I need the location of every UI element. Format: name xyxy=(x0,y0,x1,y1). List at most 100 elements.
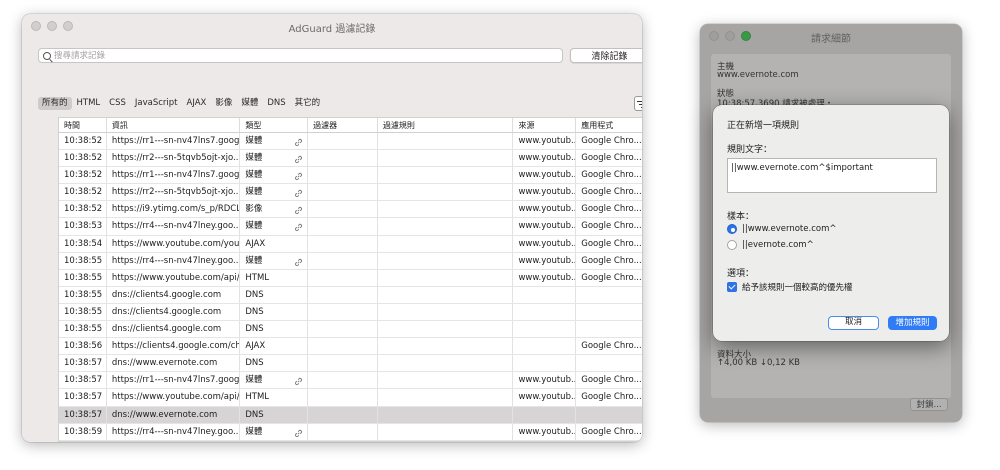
table-row[interactable]: 10:38:52 https://rr2---sn-5tqvb5ojt-xjo..… xyxy=(59,150,642,168)
filter-tab-7[interactable]: DNS xyxy=(263,97,289,110)
rule-text-field[interactable]: ||www.evernote.com^$important xyxy=(727,158,937,193)
pattern-option-0[interactable]: ||www.evernote.com^ xyxy=(727,224,836,234)
pattern-text-0: ||www.evernote.com^ xyxy=(742,224,837,234)
cell-source-text: www.youtub... xyxy=(518,392,577,403)
link-icon xyxy=(294,137,303,147)
radio-selected-icon[interactable] xyxy=(727,224,737,234)
cell-app-text: Google Chro... xyxy=(581,238,642,249)
cell-source: www.youtub... xyxy=(513,184,577,201)
column-header-3[interactable]: 過濾器 xyxy=(308,118,378,132)
cell-app: Google Chro... xyxy=(576,150,642,166)
cell-app-text: Google Chro... xyxy=(581,170,642,181)
filter-tab-4[interactable]: AJAX xyxy=(183,97,211,110)
add-rule-button[interactable]: 增加規則 xyxy=(888,316,937,330)
column-header-5[interactable]: 來源 xyxy=(513,118,577,132)
cell-source-text: www.youtub... xyxy=(518,255,577,266)
pattern-option-1[interactable]: ||evernote.com^ xyxy=(727,240,814,250)
pattern-label: 樣本： xyxy=(727,212,755,222)
filter-tab-2[interactable]: CSS xyxy=(105,97,130,110)
filter-tab-3[interactable]: JavaScript xyxy=(131,97,182,110)
cell-app: Google Chro... xyxy=(576,167,642,183)
add-rule-dialog: 正在新增一項規則 規則文字： ||www.evernote.com^$impor… xyxy=(713,105,949,341)
table-row[interactable]: 10:38:57 dns://www.evernote.com DNS xyxy=(59,355,642,373)
cell-source: www.youtub... xyxy=(513,167,577,184)
table-row[interactable]: 10:38:57 https://www.youtube.com/api/... H… xyxy=(59,389,642,407)
column-header-4[interactable]: 過濾規則 xyxy=(378,118,514,132)
cell-app-text: Google Chro... xyxy=(581,272,642,283)
cell-source: www.youtub... xyxy=(513,218,577,235)
table-row[interactable]: 10:38:52 https://rr2---sn-5tqvb5ojt-xjo..… xyxy=(59,184,642,202)
filter-tab-8[interactable]: 其它的 xyxy=(291,97,325,110)
window-title: AdGuard 過濾記錄 xyxy=(288,24,376,35)
cell-time: 10:38:57 xyxy=(59,389,107,406)
cell-app-text: Google Chro... xyxy=(581,426,642,437)
cell-rule xyxy=(378,150,514,167)
cell-type: DNS xyxy=(240,286,309,303)
column-header-1[interactable]: 資訊 xyxy=(107,118,241,132)
column-header-6[interactable]: 應用程式 xyxy=(576,118,642,132)
filter-tab-5[interactable]: 影像 xyxy=(211,97,236,110)
table-row[interactable]: 10:38:53 https://rr4---sn-nv47lney.goo...… xyxy=(59,218,642,236)
table-row[interactable]: 10:38:57 https://rr1---sn-nv47lns7.goog..… xyxy=(59,372,642,390)
table-row[interactable]: 10:38:55 dns://clients4.google.com DNS xyxy=(59,321,642,339)
cell-filter xyxy=(308,235,378,252)
cell-app: Google Chro... xyxy=(576,201,642,217)
filter-tab-6[interactable]: 媒體 xyxy=(237,97,262,110)
cell-time-text: 10:38:52 xyxy=(64,187,103,198)
filter-tab-1[interactable]: HTML xyxy=(73,97,105,110)
cell-app-text: Google Chro... xyxy=(581,255,642,266)
radio-unselected-icon[interactable] xyxy=(727,240,737,250)
cell-time: 10:38:53 xyxy=(59,218,107,235)
cell-type-text: 媒體 xyxy=(245,426,263,437)
cell-source xyxy=(513,338,577,355)
link-icon xyxy=(294,257,303,266)
cell-type: DNS xyxy=(240,406,309,423)
cell-filter xyxy=(308,150,378,167)
filter-tab-0[interactable]: 所有的 xyxy=(38,97,72,110)
cancel-button[interactable]: 取消 xyxy=(828,316,879,330)
cell-url: dns://clients4.google.com xyxy=(107,321,241,338)
cell-app-text: Google Chro... xyxy=(581,341,642,352)
table-row[interactable]: 10:38:55 https://rr4---sn-nv47lney.goo...… xyxy=(59,252,642,270)
cell-rule xyxy=(378,201,514,218)
cell-url-text: https://rr1---sn-nv47lns7.goog... xyxy=(111,375,241,386)
cell-source xyxy=(513,355,577,372)
table-row[interactable]: 10:38:52 https://rr1---sn-nv47lns7.goog..… xyxy=(59,133,642,151)
cell-app-text: Google Chro... xyxy=(581,153,642,164)
table-row[interactable]: 10:38:54 https://www.youtube.com/yout... A… xyxy=(59,235,642,253)
table-row[interactable]: 10:38:52 https://i9.ytimg.com/s_p/RDCL...… xyxy=(59,201,642,219)
cell-url: https://rr2---sn-5tqvb5ojt-xjo... xyxy=(107,150,241,167)
table-row[interactable]: 10:38:55 dns://clients4.google.com DNS xyxy=(59,286,642,304)
search-icon xyxy=(43,52,51,60)
cell-time-text: 10:38:52 xyxy=(64,136,103,146)
important-option-text: 給予該規則一個較高的優先權 xyxy=(742,283,853,293)
cell-url: dns://www.evernote.com xyxy=(107,355,241,372)
cell-url-text: https://i9.ytimg.com/s_p/RDCL... xyxy=(111,204,241,215)
column-header-2[interactable]: 類型 xyxy=(240,118,309,132)
table-row[interactable]: 10:38:55 https://www.youtube.com/api/... H… xyxy=(59,269,642,287)
cell-url-text: dns://www.evernote.com xyxy=(111,409,218,420)
cell-filter xyxy=(308,184,378,201)
cell-url-text: https://www.youtube.com/yout... xyxy=(111,238,241,249)
table-row[interactable]: 10:38:59 https://rr4---sn-nv47lney.goo...… xyxy=(59,423,642,441)
link-icon xyxy=(294,376,303,386)
cell-url-text: https://rr1---sn-nv47lns7.goog... xyxy=(111,170,241,181)
clear-log-button[interactable]: 清除記錄 xyxy=(570,48,642,63)
table-row[interactable]: 10:38:52 https://rr1---sn-nv47lns7.goog..… xyxy=(59,167,642,185)
table-row[interactable]: 10:38:57 dns://www.evernote.com DNS xyxy=(59,406,642,424)
cell-source-text: www.youtub... xyxy=(518,238,577,249)
search-field[interactable] xyxy=(38,48,563,63)
cell-time-text: 10:38:57 xyxy=(64,358,103,369)
important-option[interactable]: 給予該規則一個較高的優先權 xyxy=(727,281,853,293)
column-header-0[interactable]: 時間 xyxy=(59,118,107,132)
cell-type-text: DNS xyxy=(245,409,264,420)
cell-rule xyxy=(378,184,514,201)
filter-options-icon[interactable] xyxy=(634,96,642,111)
cell-url: https://www.youtube.com/yout... xyxy=(107,235,241,252)
table-row[interactable]: 10:38:56 https://clients4.google.com/ch..… xyxy=(59,338,642,356)
cell-time-text: 10:38:55 xyxy=(64,272,103,283)
table-row[interactable]: 10:38:55 dns://clients4.google.com DNS xyxy=(59,303,642,322)
cell-url: https://rr4---sn-nv47lney.goo... xyxy=(107,423,241,440)
checkbox-checked-icon[interactable] xyxy=(727,282,737,292)
search-input[interactable] xyxy=(54,49,554,62)
